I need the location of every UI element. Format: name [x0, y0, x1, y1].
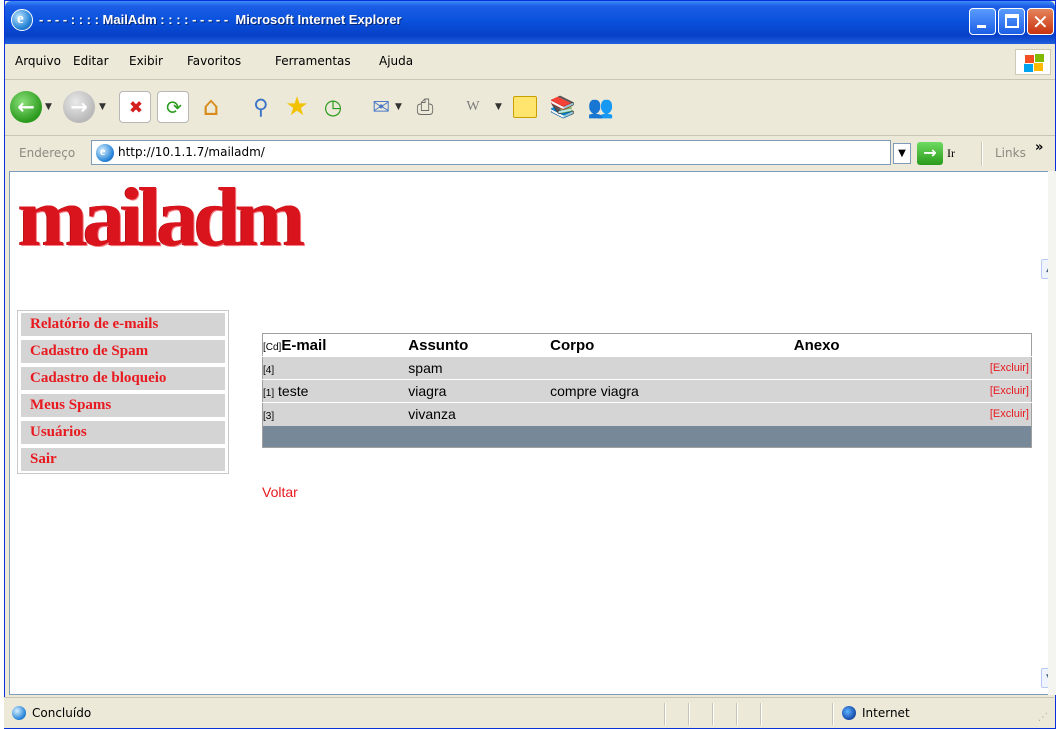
status-separator: [736, 703, 738, 725]
address-label: Endereço: [19, 146, 76, 160]
sidebar-item-meus-spams[interactable]: Meus Spams: [21, 394, 225, 417]
links-separator: [981, 142, 983, 166]
history-icon[interactable]: ◷: [317, 91, 349, 123]
table-header: [Cd]E-mail Assunto Corpo Anexo: [262, 333, 1032, 357]
go-arrow-icon[interactable]: →: [917, 142, 943, 165]
menu-editar[interactable]: Editar: [73, 54, 109, 68]
edit-icon[interactable]: W: [457, 91, 489, 123]
mail-dropdown-icon[interactable]: ▼: [395, 102, 402, 112]
header-anexo: Anexo: [793, 333, 914, 357]
cell-assunto: spam: [408, 356, 551, 380]
refresh-icon[interactable]: ⟳: [157, 91, 189, 123]
page-icon: e: [96, 144, 114, 162]
back-dropdown-icon[interactable]: ▼: [45, 102, 52, 112]
table-footer: [262, 425, 1032, 448]
mailadm-logo: mailadm: [18, 171, 305, 264]
back-icon[interactable]: ←: [10, 91, 42, 123]
address-url[interactable]: http://10.1.1.7/mailadm/: [118, 145, 265, 159]
links-chevron-icon[interactable]: »: [1035, 140, 1043, 155]
window-title: - - - - : : : : MailAdm : : : : - - - - …: [39, 12, 402, 27]
menu-ferramentas[interactable]: Ferramentas: [275, 54, 351, 68]
cell-email: [4]: [262, 356, 409, 380]
close-icon: ✕: [1032, 10, 1049, 34]
address-dropdown-icon[interactable]: ▼: [893, 143, 911, 164]
zone-text: Internet: [862, 706, 910, 720]
menu-arquivo[interactable]: Arquivo: [15, 54, 61, 68]
delete-link[interactable]: [Excluir]: [913, 356, 1032, 380]
forward-icon[interactable]: →: [63, 91, 95, 123]
page-scrollbar[interactable]: [1048, 171, 1056, 695]
table-row: [4] spam [Excluir]: [262, 356, 1032, 380]
cell-anexo: [793, 402, 914, 426]
sidebar-item-usuarios[interactable]: Usuários: [21, 421, 225, 444]
stop-icon[interactable]: ✖: [119, 91, 151, 123]
cell-corpo: compre viagra: [550, 379, 794, 403]
messenger-icon[interactable]: 👥: [585, 91, 617, 123]
header-corpo: Corpo: [550, 333, 794, 357]
resize-grip-icon[interactable]: ⋰: [1038, 712, 1048, 723]
ie-logo-icon: e: [11, 9, 33, 31]
status-separator: [664, 703, 666, 725]
menu-exibir[interactable]: Exibir: [129, 54, 163, 68]
search-icon[interactable]: ⚲: [245, 91, 277, 123]
menu-favoritos[interactable]: Favoritos: [187, 54, 241, 68]
minimize-button[interactable]: [969, 8, 996, 35]
back-link[interactable]: Voltar: [262, 484, 298, 500]
menu-ajuda[interactable]: Ajuda: [379, 54, 413, 68]
home-icon[interactable]: ⌂: [195, 91, 227, 123]
sidebar-item-cadastro-spam[interactable]: Cadastro de Spam: [21, 340, 225, 363]
delete-link[interactable]: [Excluir]: [913, 379, 1032, 403]
delete-link[interactable]: [Excluir]: [913, 402, 1032, 426]
maximize-icon: [1005, 14, 1019, 28]
close-button[interactable]: ✕: [1027, 8, 1054, 35]
status-bar: Concluído Internet ⋰: [4, 697, 1054, 728]
sidebar-menu: Relatório de e-mails Cadastro de Spam Ca…: [17, 310, 229, 474]
edit-dropdown-icon[interactable]: ▼: [495, 102, 502, 112]
research-icon[interactable]: 📚: [547, 91, 579, 123]
status-page-icon: [12, 706, 26, 720]
print-icon[interactable]: ⎙: [409, 91, 441, 123]
cell-anexo: [793, 379, 914, 403]
cell-anexo: [793, 356, 914, 380]
menu-bar: Arquivo Editar Exibir Favoritos Ferramen…: [5, 44, 1055, 80]
header-actions: [913, 333, 1032, 357]
cell-corpo: [550, 356, 794, 380]
go-button[interactable]: Ir: [947, 146, 955, 161]
windows-flag-icon: [1015, 49, 1051, 75]
status-separator: [712, 703, 714, 725]
sidebar-item-relatorio[interactable]: Relatório de e-mails: [21, 313, 225, 336]
title-bar[interactable]: e - - - - : : : : MailAdm : : : : - - - …: [5, 1, 1055, 44]
minimize-icon: [977, 25, 986, 28]
cell-assunto: vivanza: [408, 402, 551, 426]
maximize-button[interactable]: [998, 8, 1025, 35]
page-content: mailadm Relatório de e-mails Cadastro de…: [9, 171, 1049, 695]
toolbar: ← ▼ → ▼ ✖ ⟳ ⌂ ⚲ ★ ◷ ✉ ▼ ⎙ W ▼ 📚 👥: [5, 80, 1055, 136]
address-input[interactable]: e http://10.1.1.7/mailadm/: [91, 140, 891, 165]
mail-icon[interactable]: ✉: [365, 91, 397, 123]
forward-dropdown-icon[interactable]: ▼: [99, 102, 106, 112]
status-text: Concluído: [32, 706, 92, 720]
cell-corpo: [550, 402, 794, 426]
status-separator: [760, 703, 762, 725]
table-footer-bar: [262, 425, 1032, 448]
header-email: [Cd]E-mail: [262, 333, 409, 357]
sidebar-item-sair[interactable]: Sair: [21, 448, 225, 471]
table-row: [1] teste viagra compre viagra [Excluir]: [262, 379, 1032, 403]
status-separator: [688, 703, 690, 725]
discuss-icon[interactable]: [509, 91, 541, 123]
sidebar-item-cadastro-bloqueio[interactable]: Cadastro de bloqueio: [21, 367, 225, 390]
header-cd: [Cd]: [263, 341, 282, 353]
cell-email: [1] teste: [262, 379, 409, 403]
header-assunto: Assunto: [408, 333, 551, 357]
cell-assunto: viagra: [408, 379, 551, 403]
favorites-icon[interactable]: ★: [281, 91, 313, 123]
spam-table: [Cd]E-mail Assunto Corpo Anexo [4] spam …: [262, 333, 1032, 448]
cell-email: [3]: [262, 402, 409, 426]
links-label[interactable]: Links: [995, 146, 1026, 160]
address-bar: Endereço e http://10.1.1.7/mailadm/ ▼ → …: [5, 136, 1055, 172]
status-separator: [832, 703, 834, 725]
table-row: [3] vivanza [Excluir]: [262, 402, 1032, 426]
internet-zone-icon: [842, 706, 856, 720]
